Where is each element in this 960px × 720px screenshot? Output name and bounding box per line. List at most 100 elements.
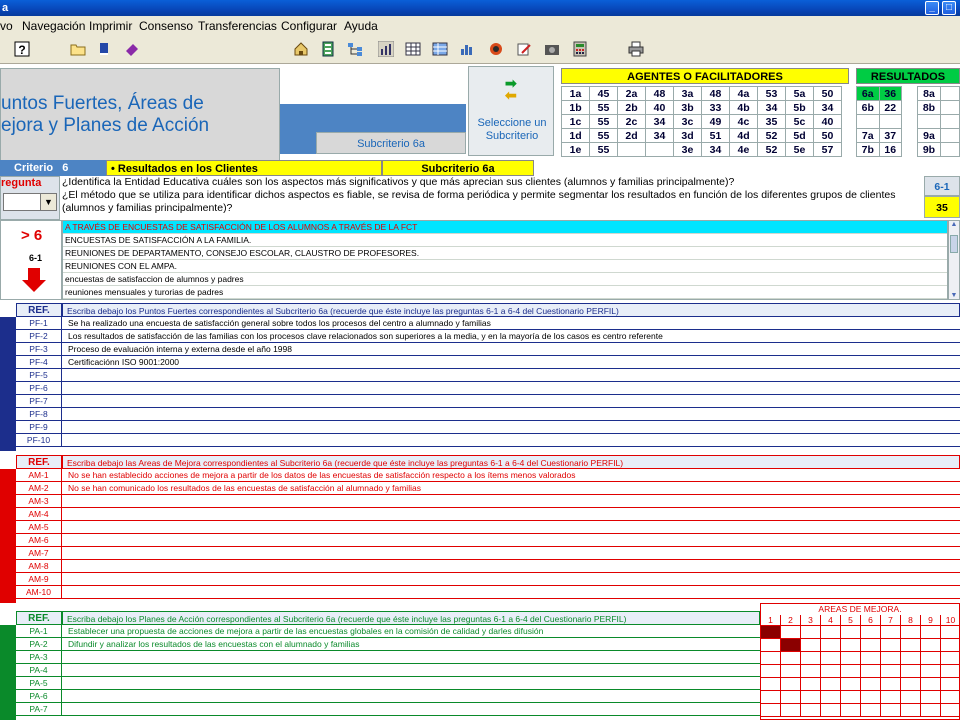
evidence-scrollbar[interactable]: ▲ ▼ bbox=[948, 220, 960, 300]
am-row[interactable] bbox=[62, 560, 960, 573]
menu-ayuda[interactable]: Ayuda bbox=[344, 16, 378, 36]
areas-matrix-cell[interactable] bbox=[761, 704, 781, 717]
areas-matrix-cell[interactable] bbox=[841, 626, 861, 639]
evidence-item[interactable]: REUNIONES CON EL AMPA. bbox=[63, 260, 947, 273]
areas-matrix-cell[interactable] bbox=[901, 704, 921, 717]
areas-matrix-cell[interactable] bbox=[761, 639, 781, 652]
areas-matrix-cell[interactable] bbox=[861, 652, 881, 665]
areas-matrix-cell[interactable] bbox=[821, 704, 841, 717]
areas-matrix-cell[interactable] bbox=[861, 639, 881, 652]
grid-cell-code[interactable]: 4d bbox=[729, 128, 758, 143]
areas-matrix-cell[interactable] bbox=[821, 678, 841, 691]
pf-row[interactable] bbox=[62, 395, 960, 408]
menu-imprimir[interactable]: Imprimir bbox=[89, 16, 132, 36]
areas-matrix-cell[interactable] bbox=[901, 665, 921, 678]
pa-row[interactable]: Difundir y analizar los resultados de la… bbox=[62, 638, 760, 651]
areas-matrix-cell[interactable] bbox=[821, 626, 841, 639]
pf-row[interactable] bbox=[62, 408, 960, 421]
grid-cell-code[interactable]: 3e bbox=[673, 142, 702, 157]
areas-matrix-cell[interactable] bbox=[881, 691, 901, 704]
areas-matrix-cell[interactable] bbox=[801, 626, 821, 639]
areas-matrix-cell[interactable] bbox=[781, 626, 801, 639]
table-icon[interactable] bbox=[432, 41, 448, 57]
grid-cell-code[interactable]: 7a bbox=[856, 128, 880, 143]
areas-matrix-cell[interactable] bbox=[801, 678, 821, 691]
areas-matrix-cell[interactable] bbox=[841, 665, 861, 678]
eraser-icon[interactable] bbox=[124, 41, 140, 57]
grid-cell-code[interactable]: 8b bbox=[917, 100, 941, 115]
areas-matrix-cell[interactable] bbox=[941, 678, 960, 691]
pf-row[interactable] bbox=[62, 382, 960, 395]
grid-cell-code[interactable]: 9a bbox=[917, 128, 941, 143]
pa-row[interactable] bbox=[62, 664, 760, 677]
help-icon[interactable]: ? bbox=[14, 41, 30, 57]
evidence-item[interactable]: encuestas de satisfaccion de alumnos y p… bbox=[63, 273, 947, 286]
am-row[interactable] bbox=[62, 521, 960, 534]
grid-cell-code[interactable]: 5d bbox=[785, 128, 814, 143]
areas-matrix-cell[interactable] bbox=[801, 665, 821, 678]
tree-icon[interactable] bbox=[347, 41, 363, 57]
camera-icon[interactable] bbox=[544, 41, 560, 57]
areas-matrix-cell[interactable] bbox=[821, 652, 841, 665]
areas-matrix-cell[interactable] bbox=[861, 678, 881, 691]
areas-matrix-cell[interactable] bbox=[941, 626, 960, 639]
grid-cell-code[interactable]: 5e bbox=[785, 142, 814, 157]
am-row[interactable] bbox=[62, 534, 960, 547]
grid-cell-code[interactable]: 9b bbox=[917, 142, 941, 157]
areas-matrix-cell[interactable] bbox=[761, 691, 781, 704]
pencil-chart-icon[interactable] bbox=[516, 41, 532, 57]
areas-matrix-cell[interactable] bbox=[941, 704, 960, 717]
menu-configurar[interactable]: Configurar bbox=[281, 16, 337, 36]
am-row[interactable]: No se han establecido acciones de mejora… bbox=[62, 469, 960, 482]
scroll-up-icon[interactable]: ▲ bbox=[949, 221, 959, 228]
menu-archivo[interactable]: vo bbox=[0, 16, 13, 36]
areas-matrix-cell[interactable] bbox=[821, 639, 841, 652]
book-icon[interactable] bbox=[96, 41, 112, 57]
target-icon[interactable] bbox=[488, 41, 504, 57]
grid-cell-code[interactable]: 4b bbox=[729, 100, 758, 115]
pa-row[interactable] bbox=[62, 651, 760, 664]
printer-icon[interactable] bbox=[628, 41, 644, 57]
evidence-item[interactable]: A TRAVÉS DE ENCUESTAS DE SATISFACCIÓN DE… bbox=[63, 221, 947, 234]
areas-matrix-cell[interactable] bbox=[861, 626, 881, 639]
pa-row[interactable]: Establecer una propuesta de acciones de … bbox=[62, 625, 760, 638]
menu-consenso[interactable]: Consenso bbox=[139, 16, 193, 36]
grid-cell-code[interactable]: 3a bbox=[673, 86, 702, 101]
areas-matrix-cell[interactable] bbox=[801, 691, 821, 704]
areas-matrix-cell[interactable] bbox=[821, 665, 841, 678]
scroll-thumb[interactable] bbox=[950, 235, 958, 253]
areas-matrix-cell[interactable] bbox=[761, 665, 781, 678]
areas-matrix-cell[interactable] bbox=[801, 652, 821, 665]
pf-row[interactable] bbox=[62, 421, 960, 434]
pf-row[interactable] bbox=[62, 434, 960, 447]
select-subcriterio-button[interactable]: ➡ ⬅ Seleccione un Subcriterio bbox=[468, 66, 554, 156]
areas-matrix-cell[interactable] bbox=[901, 652, 921, 665]
areas-matrix-cell[interactable] bbox=[921, 691, 941, 704]
grid-cell-code[interactable]: 4e bbox=[729, 142, 758, 157]
areas-matrix-cell[interactable] bbox=[921, 652, 941, 665]
maximize-button[interactable]: □ bbox=[942, 1, 956, 15]
grid-cell-code[interactable]: 3d bbox=[673, 128, 702, 143]
areas-matrix-cell[interactable] bbox=[841, 639, 861, 652]
grid-cell-code[interactable]: 2a bbox=[617, 86, 646, 101]
areas-matrix-cell[interactable] bbox=[781, 691, 801, 704]
grid-cell-code[interactable]: 8a bbox=[917, 86, 941, 101]
areas-matrix-cell[interactable] bbox=[881, 626, 901, 639]
grid-cell-code[interactable]: 1c bbox=[561, 114, 590, 129]
grid-cell-code[interactable]: 4c bbox=[729, 114, 758, 129]
pf-row[interactable]: Se ha realizado una encuesta de satisfac… bbox=[62, 317, 960, 330]
grid-cell-code[interactable]: 1b bbox=[561, 100, 590, 115]
pa-row[interactable] bbox=[62, 703, 760, 716]
areas-matrix-cell[interactable] bbox=[921, 704, 941, 717]
areas-matrix-cell[interactable] bbox=[901, 639, 921, 652]
bar-chart-icon[interactable] bbox=[378, 41, 394, 57]
areas-matrix-cell[interactable] bbox=[881, 678, 901, 691]
am-row[interactable]: No se han comunicado los resultados de l… bbox=[62, 482, 960, 495]
areas-matrix-cell[interactable] bbox=[861, 665, 881, 678]
home-icon[interactable] bbox=[293, 41, 309, 57]
areas-matrix-cell[interactable] bbox=[841, 652, 861, 665]
am-row[interactable] bbox=[62, 495, 960, 508]
menu-transferencias[interactable]: Transferencias bbox=[198, 16, 277, 36]
areas-matrix-cell[interactable] bbox=[801, 639, 821, 652]
am-row[interactable] bbox=[62, 547, 960, 560]
